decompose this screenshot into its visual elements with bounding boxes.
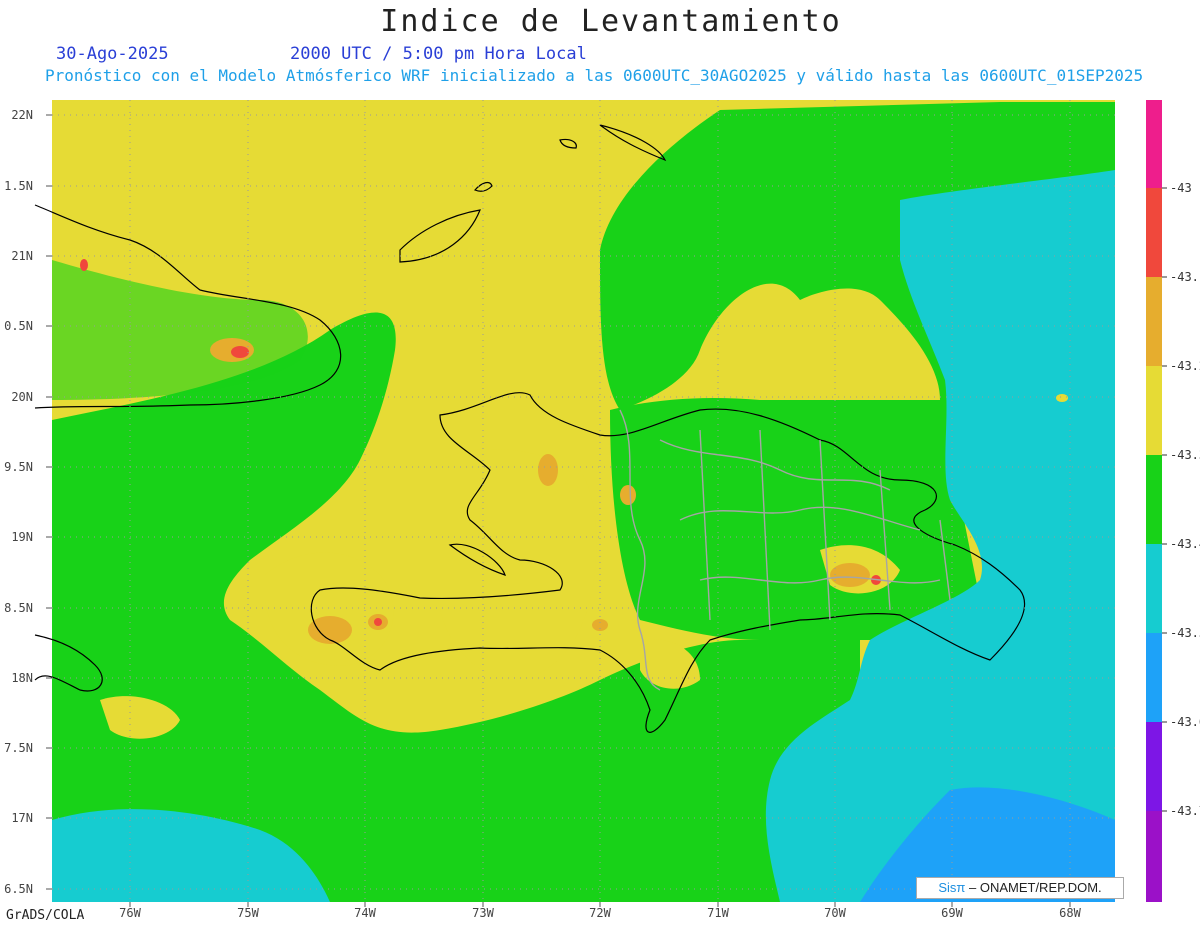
lat-label: 20N: [11, 390, 33, 404]
colorbar-label: -43: [1170, 181, 1192, 195]
lat-label: 0.5N: [4, 319, 33, 333]
lat-label: 7.5N: [4, 741, 33, 755]
lon-label: 68W: [1059, 906, 1081, 920]
colorbar-label: -43.2: [1170, 359, 1200, 373]
lat-label: 17N: [11, 811, 33, 825]
lifted-index-map: [34, 100, 1167, 907]
lon-label: 74W: [354, 906, 376, 920]
colorbar-label: -43.4: [1170, 537, 1200, 551]
colorbar-label: -43.1: [1170, 270, 1200, 284]
brand-org: – ONAMET/REP.DOM.: [968, 880, 1102, 895]
forecast-subtitle: Pronóstico con el Modelo Atmósferico WRF…: [45, 66, 1144, 85]
lon-label: 73W: [472, 906, 494, 920]
lon-label: 71W: [707, 906, 729, 920]
lat-label: 9.5N: [4, 460, 33, 474]
lat-label: 8.5N: [4, 601, 33, 615]
credit-label: GrADS/COLA: [6, 908, 85, 923]
colorbar-label: -43.7: [1170, 804, 1200, 818]
lon-label: 72W: [589, 906, 611, 920]
colorbar-label: -43.5: [1170, 626, 1200, 640]
lat-label: 1.5N: [4, 179, 33, 193]
colorbar: [1146, 100, 1167, 902]
lon-label: 75W: [237, 906, 259, 920]
lat-label: 22N: [11, 108, 33, 122]
colorbar-label: -43.6: [1170, 715, 1200, 729]
colorbar-label: -43.3: [1170, 448, 1200, 462]
brand-watermark: Sisπ – ONAMET/REP.DOM.: [916, 877, 1124, 899]
lon-label: 70W: [824, 906, 846, 920]
forecast-date: 30-Ago-2025: [56, 44, 169, 64]
lat-label: 18N: [11, 671, 33, 685]
lat-label: 6.5N: [4, 882, 33, 896]
brand-sis: Sisπ: [938, 880, 966, 895]
lat-label: 21N: [11, 249, 33, 263]
forecast-time: 2000 UTC / 5:00 pm Hora Local: [290, 44, 587, 64]
lon-label: 76W: [119, 906, 141, 920]
map-title: Indice de Levantamiento: [380, 4, 842, 39]
lon-label: 69W: [941, 906, 963, 920]
lat-label: 19N: [11, 530, 33, 544]
